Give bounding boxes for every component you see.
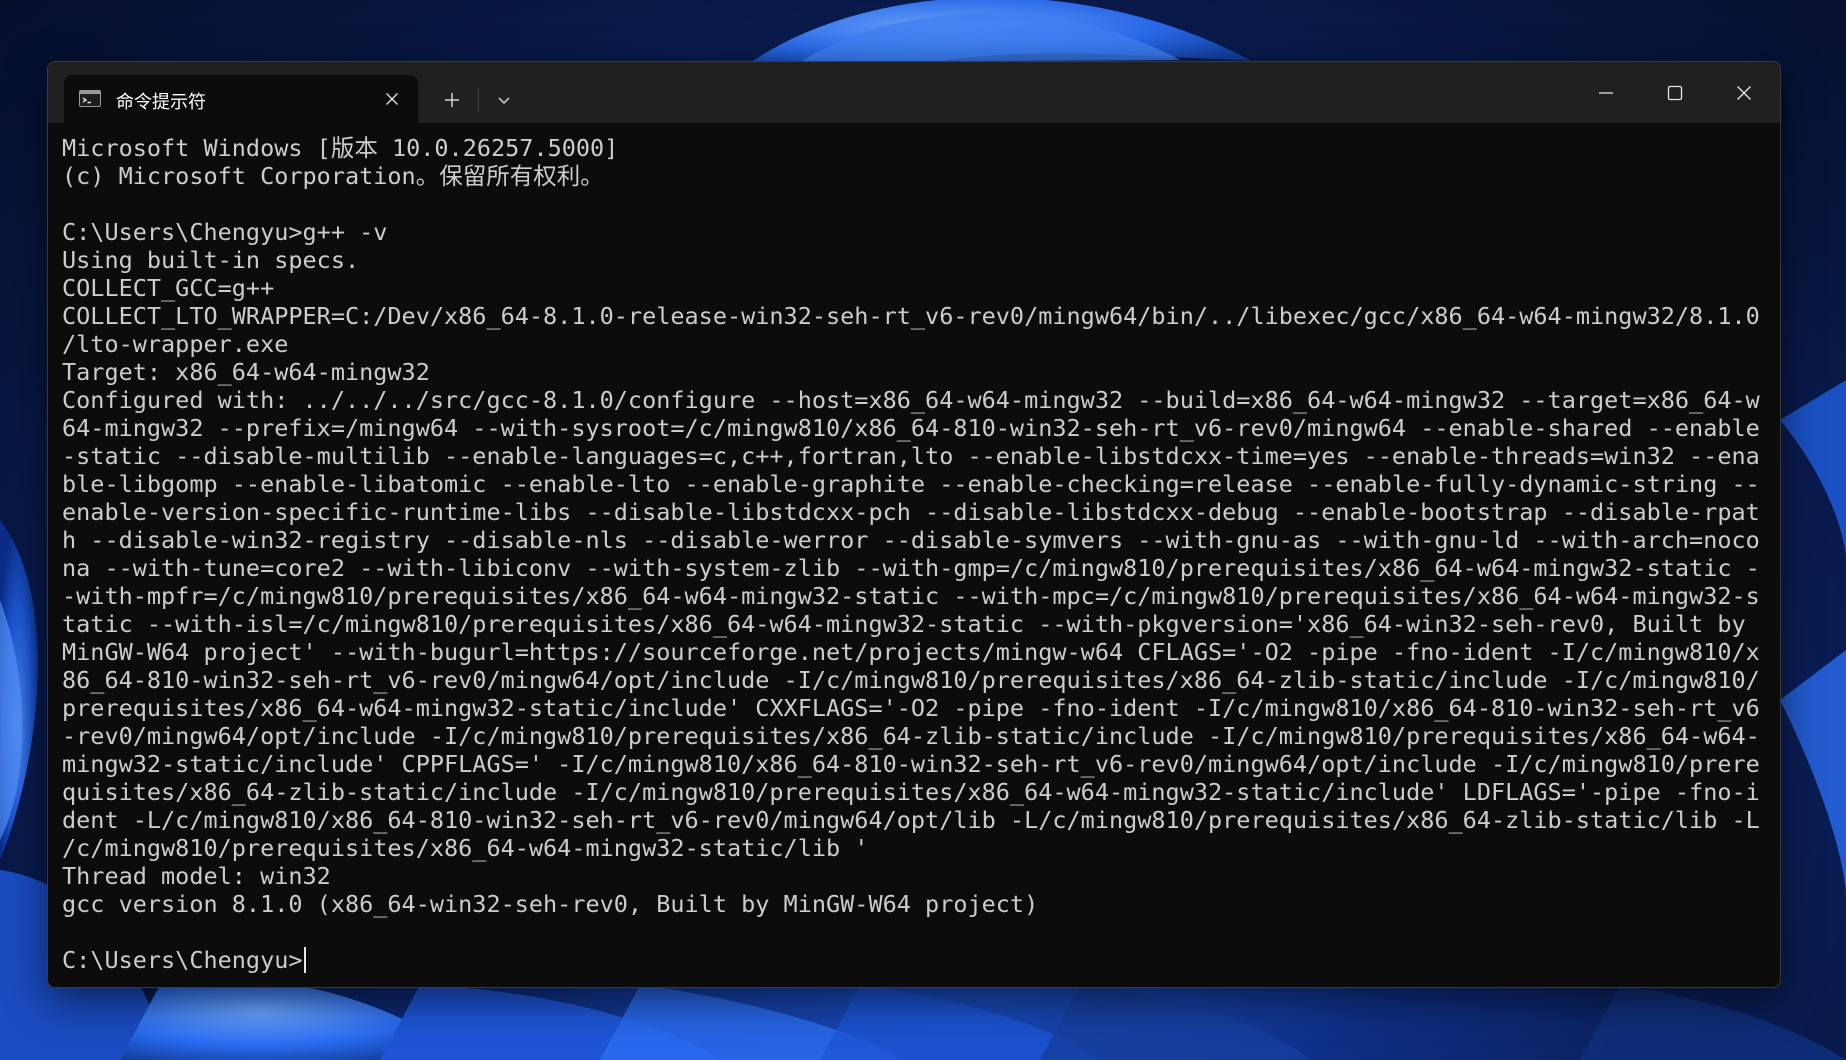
console-line: Configured with: ../../../src/gcc-8.1.0/…	[62, 386, 1760, 414]
plus-icon	[445, 93, 459, 107]
terminal-window: 命令提示符 Microsoft Windows [版本 10.0.26257.5…	[47, 61, 1781, 988]
prompt-line[interactable]: C:\Users\Chengyu>	[62, 946, 1762, 974]
prompt-text: C:\Users\Chengyu>	[62, 946, 303, 974]
console-line: tatic --with-isl=/c/mingw810/prerequisit…	[62, 610, 1746, 638]
console-line: COLLECT_GCC=g++	[62, 274, 275, 302]
text-cursor	[303, 947, 306, 973]
console-line: na --with-tune=core2 --with-libiconv --w…	[62, 554, 1760, 582]
tab-close-button[interactable]	[380, 87, 404, 111]
tab-command-prompt[interactable]: 命令提示符	[64, 75, 418, 123]
console-line: gcc version 8.1.0 (x86_64-win32-seh-rev0…	[62, 890, 1039, 918]
console-line: -with-mpfr=/c/mingw810/prerequisites/x86…	[62, 582, 1760, 610]
console-line: Thread model: win32	[62, 862, 331, 890]
close-icon	[385, 92, 399, 106]
console-line: (c) Microsoft Corporation。保留所有权利。	[62, 162, 604, 190]
console-line: dent -L/c/mingw810/x86_64-810-win32-seh-…	[62, 806, 1760, 834]
tab-divider	[478, 88, 479, 112]
console-line: C:\Users\Chengyu>g++ -v	[62, 218, 388, 246]
maximize-button[interactable]	[1640, 62, 1709, 123]
command-prompt-icon	[79, 90, 101, 107]
maximize-icon	[1667, 85, 1683, 101]
console-line: mingw32-static/include' CPPFLAGS=' -I/c/…	[62, 750, 1760, 778]
console-line: ble-libgomp --enable-libatomic --enable-…	[62, 470, 1760, 498]
console-line: MinGW-W64 project' --with-bugurl=https:/…	[62, 638, 1760, 666]
close-icon	[1737, 86, 1751, 100]
minimize-icon	[1599, 92, 1613, 94]
console-line: Using built-in specs.	[62, 246, 360, 274]
console-line: Target: x86_64-w64-mingw32	[62, 358, 430, 386]
console-line: /c/mingw810/prerequisites/x86_64-w64-min…	[62, 834, 869, 862]
tab-title: 命令提示符	[116, 92, 206, 113]
console-line: 86_64-810-win32-seh-rt_v6-rev0/mingw64/o…	[62, 666, 1760, 694]
console-line: quisites/x86_64-zlib-static/include -I/c…	[62, 778, 1760, 806]
console-line: COLLECT_LTO_WRAPPER=C:/Dev/x86_64-8.1.0-…	[62, 302, 1760, 330]
console-line: h --disable-win32-registry --disable-nls…	[62, 526, 1760, 554]
console-line: prerequisites/x86_64-w64-mingw32-static/…	[62, 694, 1760, 722]
console-line: Microsoft Windows [版本 10.0.26257.5000]	[62, 134, 619, 162]
window-close-button[interactable]	[1709, 62, 1778, 123]
minimize-button[interactable]	[1571, 62, 1640, 123]
console-line: 64-mingw32 --prefix=/mingw64 --with-sysr…	[62, 414, 1760, 442]
tab-dropdown-button[interactable]	[484, 84, 524, 116]
title-bar[interactable]: 命令提示符	[48, 62, 1780, 123]
console-line: enable-version-specific-runtime-libs --d…	[62, 498, 1760, 526]
console-line: -rev0/mingw64/opt/include -I/c/mingw810/…	[62, 722, 1760, 750]
chevron-down-icon	[498, 97, 510, 105]
console-line: /lto-wrapper.exe	[62, 330, 289, 358]
new-tab-button[interactable]	[432, 84, 472, 116]
console-line: -static --disable-multilib --enable-lang…	[62, 442, 1760, 470]
console-output[interactable]: Microsoft Windows [版本 10.0.26257.5000] (c…	[62, 134, 1762, 974]
